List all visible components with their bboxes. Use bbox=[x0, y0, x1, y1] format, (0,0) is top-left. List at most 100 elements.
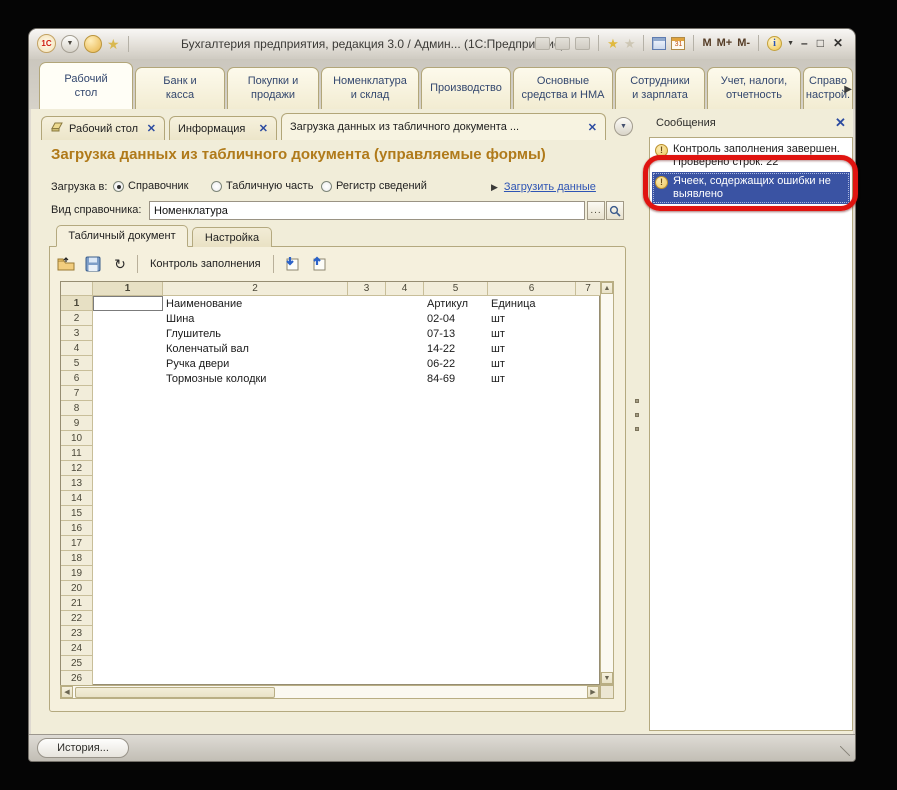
grid-cell-r11c7[interactable] bbox=[576, 446, 601, 461]
grid-cell-r16c6[interactable] bbox=[488, 521, 576, 536]
subtab-1[interactable]: Табличный документ bbox=[56, 225, 188, 247]
grid-cell-r4c1[interactable] bbox=[93, 341, 163, 356]
grid-cell-r26c2[interactable] bbox=[163, 671, 348, 686]
grid-cell-r26c1[interactable] bbox=[93, 671, 163, 686]
grid-cell-r22c7[interactable] bbox=[576, 611, 601, 626]
grid-cell-r15c5[interactable] bbox=[424, 506, 488, 521]
grid-row-header-11[interactable]: 11 bbox=[61, 446, 93, 461]
grid-cell-r4c3[interactable] bbox=[348, 341, 386, 356]
grid-row-header-12[interactable]: 12 bbox=[61, 461, 93, 476]
grid-cell-r13c6[interactable] bbox=[488, 476, 576, 491]
grid-cell-r5c4[interactable] bbox=[386, 356, 424, 371]
grid-cell-r19c5[interactable] bbox=[424, 566, 488, 581]
home-button[interactable] bbox=[84, 35, 102, 53]
close-tab-icon[interactable]: ✕ bbox=[259, 122, 268, 135]
grid-cell-r17c7[interactable] bbox=[576, 536, 601, 551]
grid-cell-r2c1[interactable] bbox=[93, 311, 163, 326]
grid-cell-r11c4[interactable] bbox=[386, 446, 424, 461]
grid-col-header-7[interactable]: 7 bbox=[576, 282, 601, 296]
grid-cell-r11c1[interactable] bbox=[93, 446, 163, 461]
grid-cell-r16c5[interactable] bbox=[424, 521, 488, 536]
grid-row-header-17[interactable]: 17 bbox=[61, 536, 93, 551]
grid-cell-r17c6[interactable] bbox=[488, 536, 576, 551]
grid-cell-r23c3[interactable] bbox=[348, 626, 386, 641]
favorites-star-icon[interactable]: ★ bbox=[107, 37, 120, 51]
grid-cell-r19c4[interactable] bbox=[386, 566, 424, 581]
grid-cell-r9c4[interactable] bbox=[386, 416, 424, 431]
grid-cell-r4c6[interactable]: шт bbox=[488, 341, 576, 356]
grid-row-header-13[interactable]: 13 bbox=[61, 476, 93, 491]
grid-cell-r23c7[interactable] bbox=[576, 626, 601, 641]
grid-cell-r13c5[interactable] bbox=[424, 476, 488, 491]
grid-cell-r8c6[interactable] bbox=[488, 401, 576, 416]
grid-cell-r2c2[interactable]: Шина bbox=[163, 311, 348, 326]
open-file-button[interactable] bbox=[56, 254, 76, 274]
grid-cell-r8c2[interactable] bbox=[163, 401, 348, 416]
grid-col-header-2[interactable]: 2 bbox=[163, 282, 348, 296]
grid-cell-r7c4[interactable] bbox=[386, 386, 424, 401]
grid-cell-r25c4[interactable] bbox=[386, 656, 424, 671]
grid-cell-r13c2[interactable] bbox=[163, 476, 348, 491]
grid-cell-r12c5[interactable] bbox=[424, 461, 488, 476]
calendar-icon[interactable]: 31 bbox=[671, 37, 685, 50]
grid-cell-r25c5[interactable] bbox=[424, 656, 488, 671]
grid-row-header-2[interactable]: 2 bbox=[61, 311, 93, 326]
grid-cell-r13c7[interactable] bbox=[576, 476, 601, 491]
grid-cell-r14c7[interactable] bbox=[576, 491, 601, 506]
grid-cell-r10c5[interactable] bbox=[424, 431, 488, 446]
grid-cell-r3c3[interactable] bbox=[348, 326, 386, 341]
grid-cell-r18c6[interactable] bbox=[488, 551, 576, 566]
grid-cell-r20c4[interactable] bbox=[386, 581, 424, 596]
vscroll-down-icon[interactable]: ▼ bbox=[601, 672, 613, 684]
grid-cell-r24c2[interactable] bbox=[163, 641, 348, 656]
radio-tabular-part[interactable]: Табличную часть bbox=[211, 180, 313, 192]
grid-row-header-15[interactable]: 15 bbox=[61, 506, 93, 521]
grid-cell-r16c3[interactable] bbox=[348, 521, 386, 536]
grid-row-header-16[interactable]: 16 bbox=[61, 521, 93, 536]
grid-cell-r25c6[interactable] bbox=[488, 656, 576, 671]
grid-cell-r2c5[interactable]: 02-04 bbox=[424, 311, 488, 326]
grid-cell-r9c2[interactable] bbox=[163, 416, 348, 431]
grid-cell-r15c6[interactable] bbox=[488, 506, 576, 521]
ellipsis-lookup-button[interactable]: ... bbox=[587, 201, 605, 220]
grid-cell-r20c6[interactable] bbox=[488, 581, 576, 596]
grid-cell-r24c3[interactable] bbox=[348, 641, 386, 656]
grid-row-header-3[interactable]: 3 bbox=[61, 326, 93, 341]
radio-button-icon[interactable] bbox=[113, 181, 124, 192]
section-tab-7[interactable]: Сотрудникии зарплата bbox=[615, 67, 705, 109]
close-tab-icon[interactable]: ✕ bbox=[147, 122, 156, 135]
grid-cell-r17c5[interactable] bbox=[424, 536, 488, 551]
import-settings-button[interactable] bbox=[281, 254, 301, 274]
grid-col-header-4[interactable]: 4 bbox=[386, 282, 424, 296]
messages-close-icon[interactable]: ✕ bbox=[835, 115, 846, 131]
grid-cell-r17c4[interactable] bbox=[386, 536, 424, 551]
grid-row-header-1[interactable]: 1 bbox=[61, 296, 93, 311]
grid-cell-r9c3[interactable] bbox=[348, 416, 386, 431]
grid-cell-r8c3[interactable] bbox=[348, 401, 386, 416]
grid-cell-r3c4[interactable] bbox=[386, 326, 424, 341]
grid-cell-r21c2[interactable] bbox=[163, 596, 348, 611]
grid-row-header-7[interactable]: 7 bbox=[61, 386, 93, 401]
grid-row-header-19[interactable]: 19 bbox=[61, 566, 93, 581]
grid-cell-r22c6[interactable] bbox=[488, 611, 576, 626]
grid-cell-r16c2[interactable] bbox=[163, 521, 348, 536]
info-button[interactable]: i bbox=[767, 36, 782, 51]
grid-cell-r26c5[interactable] bbox=[424, 671, 488, 686]
export-settings-button[interactable] bbox=[308, 254, 328, 274]
grid-cell-r4c5[interactable]: 14-22 bbox=[424, 341, 488, 356]
section-tab-2[interactable]: Банк икасса bbox=[135, 67, 225, 109]
grid-cell-r21c7[interactable] bbox=[576, 596, 601, 611]
grid-cell-r9c5[interactable] bbox=[424, 416, 488, 431]
grid-cell-r24c7[interactable] bbox=[576, 641, 601, 656]
grid-cell-r1c6[interactable]: Единица bbox=[488, 296, 576, 311]
grid-cell-r13c4[interactable] bbox=[386, 476, 424, 491]
grid-cell-r20c7[interactable] bbox=[576, 581, 601, 596]
grid-cell-r6c6[interactable]: шт bbox=[488, 371, 576, 386]
grid-cell-r22c3[interactable] bbox=[348, 611, 386, 626]
grid-cell-r21c3[interactable] bbox=[348, 596, 386, 611]
grid-cell-r7c1[interactable] bbox=[93, 386, 163, 401]
grid-cell-r15c7[interactable] bbox=[576, 506, 601, 521]
grid-cell-r26c7[interactable] bbox=[576, 671, 601, 686]
subtab-2[interactable]: Настройка bbox=[192, 227, 272, 247]
grid-cell-r7c7[interactable] bbox=[576, 386, 601, 401]
